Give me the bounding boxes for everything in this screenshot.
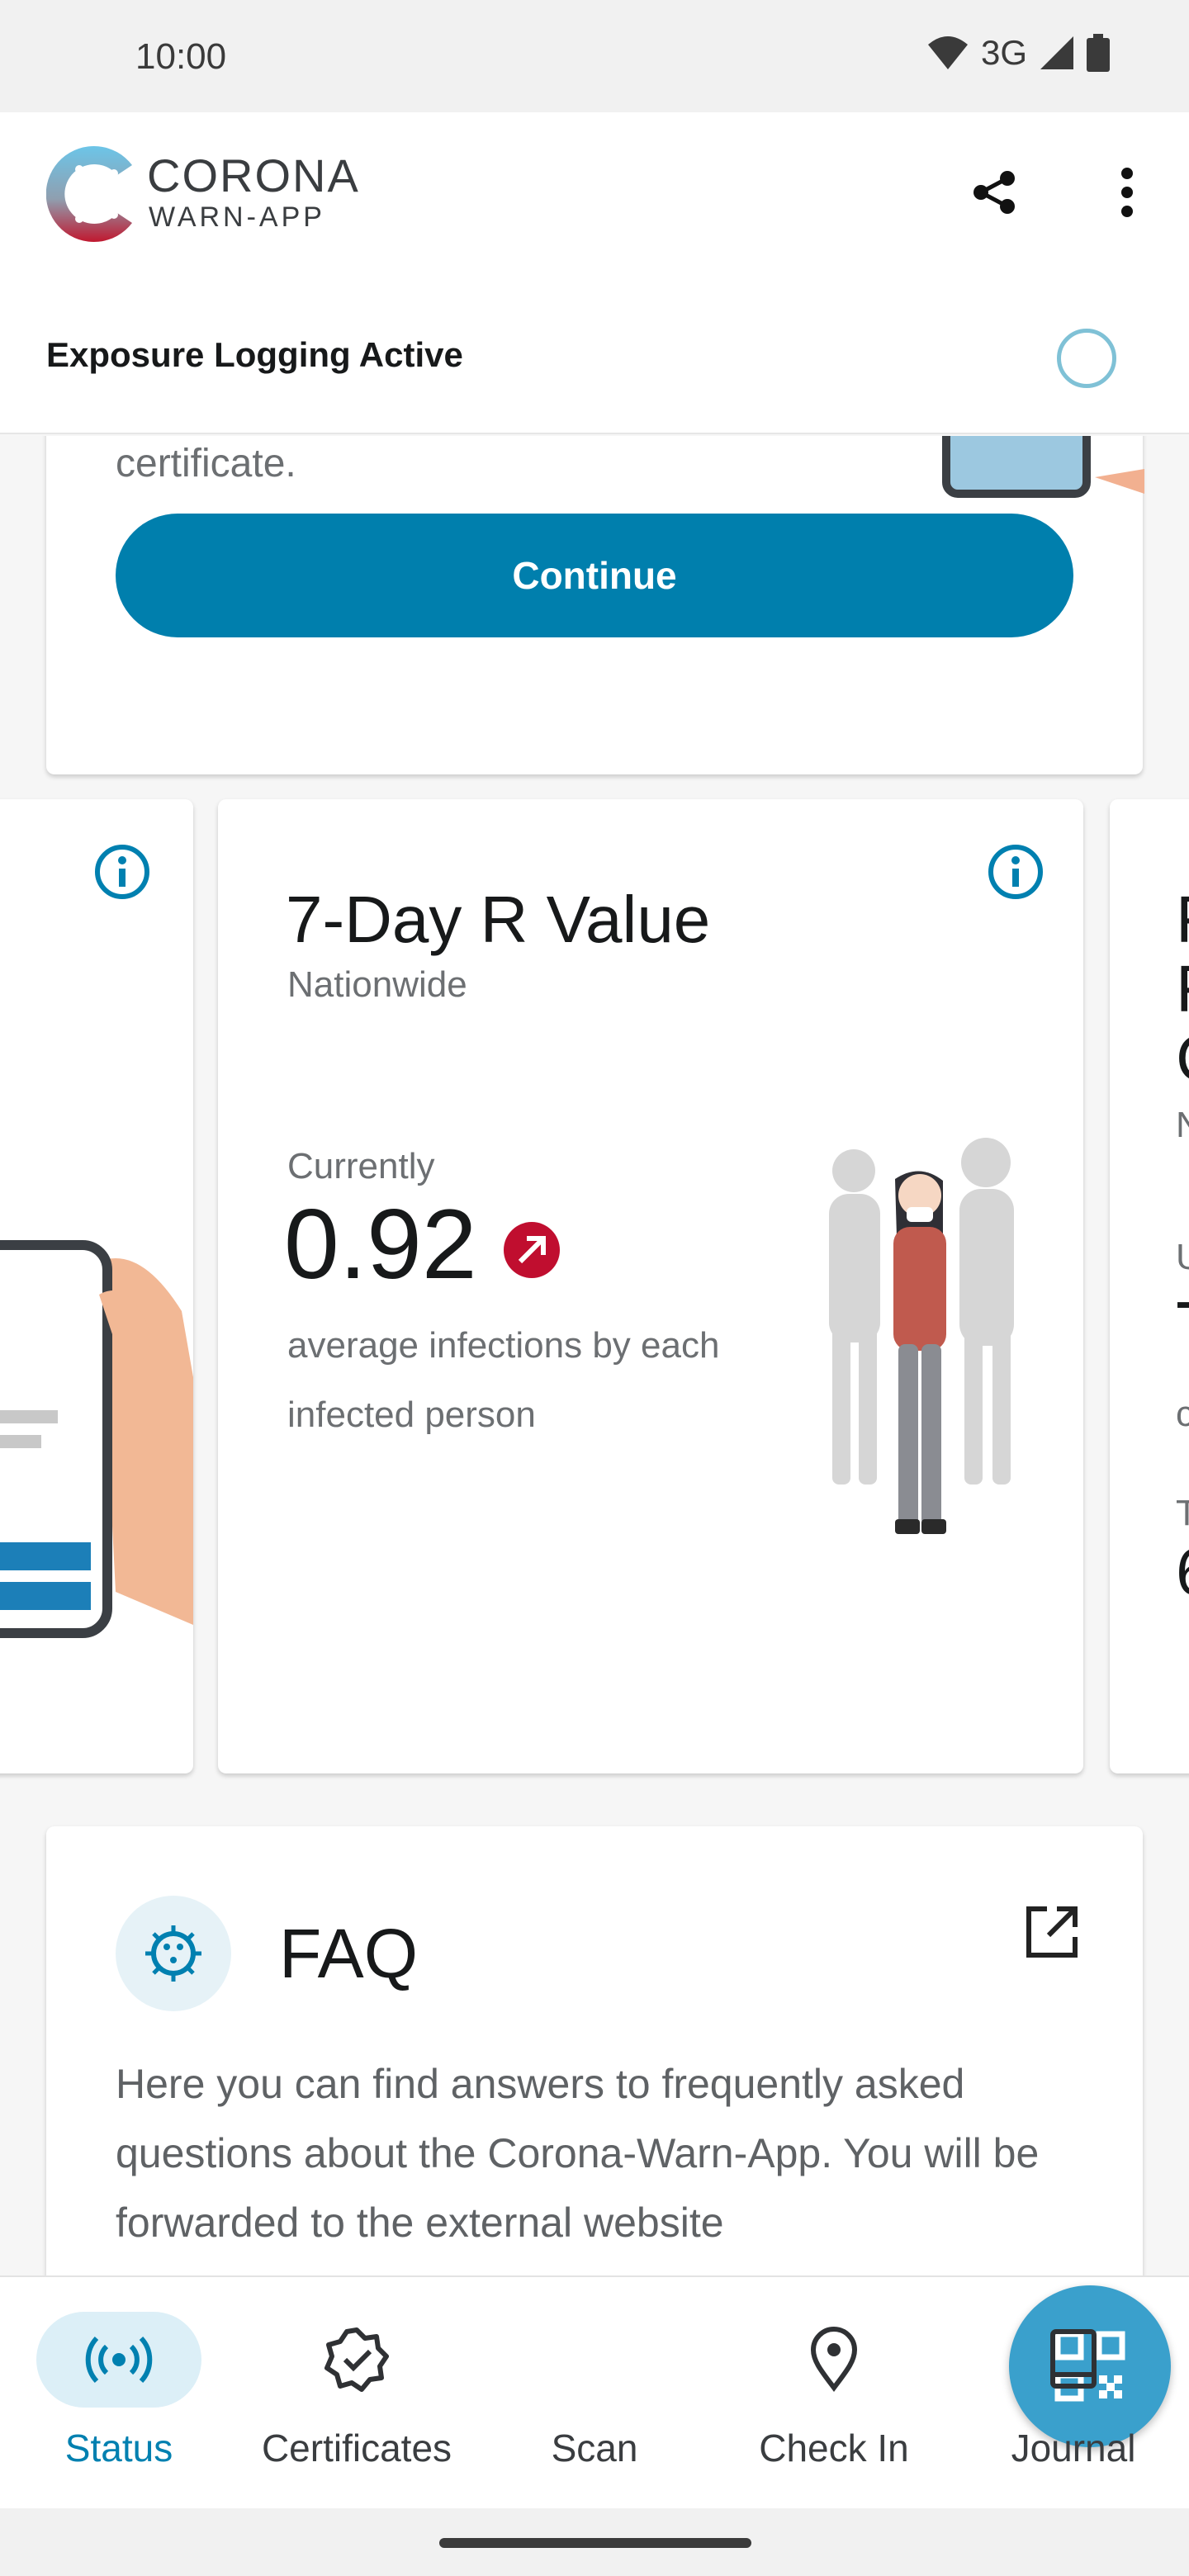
clock: 10:00 — [135, 36, 227, 77]
journal-book-icon — [1050, 2329, 1097, 2389]
external-link-icon[interactable] — [1019, 1899, 1085, 1965]
corona-warn-app-logo — [46, 146, 132, 242]
virus-icon — [145, 1925, 201, 1982]
info-button[interactable] — [92, 842, 152, 902]
signal-icon — [1040, 36, 1073, 69]
nav-scan[interactable]: Scan — [495, 2285, 1171, 2492]
faq-icon-container — [116, 1896, 231, 2011]
next-card-fragment: T — [1176, 1286, 1189, 1371]
r-value-region: Nationwide — [287, 964, 467, 1005]
nav-journal-icon-container — [991, 2312, 1156, 2408]
nav-journal-label: Journal — [1011, 2427, 1136, 2469]
nav-status[interactable]: Status — [20, 2310, 218, 2492]
nav-certificates[interactable]: Certificates — [258, 2310, 456, 2492]
r-value-number: 0.92 — [284, 1189, 477, 1300]
statistics-card-next[interactable]: F F C N U T c T 6 — [1110, 799, 1189, 1773]
nav-scan-label: Scan — [551, 2427, 638, 2469]
next-card-fragment: 6 — [1176, 1534, 1189, 1610]
next-card-fragment: T — [1176, 1493, 1189, 1533]
home-indicator[interactable] — [439, 2538, 751, 2548]
next-card-fragment: F — [1176, 882, 1189, 958]
system-status-bar: 10:00 3G — [0, 0, 1189, 112]
nav-status-label: Status — [64, 2427, 173, 2469]
status-icons: 3G — [926, 33, 1110, 73]
next-card-fragment: C — [1176, 1020, 1189, 1096]
brand-subname: WARN-APP — [149, 201, 325, 233]
r-value-statistics-card[interactable]: 7-Day R Value Nationwide Currently 0.92 … — [218, 799, 1083, 1773]
next-card-fragment: c — [1176, 1394, 1189, 1434]
info-icon — [988, 845, 1043, 899]
bottom-navigation: Status Certificates Scan Check In Journa… — [0, 2275, 1189, 2508]
share-button[interactable] — [966, 163, 1024, 221]
faq-title: FAQ — [279, 1915, 419, 1992]
loading-spinner-icon — [1057, 329, 1116, 388]
next-card-fragment: N — [1176, 1105, 1189, 1145]
people-illustration — [829, 1138, 1014, 1534]
hand-phone-illustration — [0, 1240, 193, 1638]
trend-up-icon — [504, 1222, 560, 1278]
status-broadcast-icon — [85, 2336, 153, 2384]
certificate-illustration — [942, 436, 1144, 498]
nav-journal[interactable]: Journal — [974, 2310, 1172, 2492]
certificate-badge-icon — [324, 2327, 389, 2392]
faq-card[interactable]: FAQ Here you can find answers to frequen… — [46, 1826, 1143, 2275]
nav-certificates-icon-container — [274, 2312, 439, 2408]
nav-status-icon-container — [36, 2312, 201, 2408]
more-vert-icon — [1121, 168, 1133, 217]
r-value-info-button[interactable] — [986, 842, 1045, 902]
more-options-button[interactable] — [1098, 163, 1156, 221]
brand-name: CORONA — [147, 149, 360, 201]
continue-button[interactable]: Continue — [116, 514, 1073, 637]
nav-check-in-label: Check In — [759, 2427, 909, 2469]
r-value-currently-label: Currently — [287, 1146, 435, 1186]
location-pin-icon — [810, 2327, 858, 2392]
network-type: 3G — [980, 33, 1027, 72]
next-card-fragment: F — [1176, 951, 1189, 1027]
r-value-title: 7-Day R Value — [286, 883, 711, 956]
nav-certificates-label: Certificates — [261, 2427, 452, 2469]
certificate-card: certificate. Continue — [46, 436, 1144, 774]
gesture-bar — [0, 2508, 1189, 2576]
r-value-description: average infections by each infected pers… — [287, 1325, 720, 1435]
next-card-fragment: U — [1176, 1237, 1189, 1277]
nav-check-in-icon-container — [751, 2312, 917, 2408]
home-content[interactable]: certificate. Continue 7-Day R Value Nati… — [0, 436, 1189, 2275]
share-icon — [973, 171, 1015, 214]
nav-check-in[interactable]: Check In — [735, 2310, 933, 2492]
faq-description: Here you can find answers to frequently … — [116, 2061, 1040, 2246]
certificate-card-text: certificate. — [116, 442, 296, 485]
statistics-card-previous[interactable] — [0, 799, 193, 1773]
info-icon — [95, 845, 149, 899]
exposure-logging-status[interactable]: Exposure Logging Active — [46, 335, 463, 375]
wifi-icon — [927, 36, 968, 69]
app-header: CORONA WARN-APP Exposure Logging Active — [0, 112, 1189, 434]
battery-icon — [1087, 34, 1110, 72]
